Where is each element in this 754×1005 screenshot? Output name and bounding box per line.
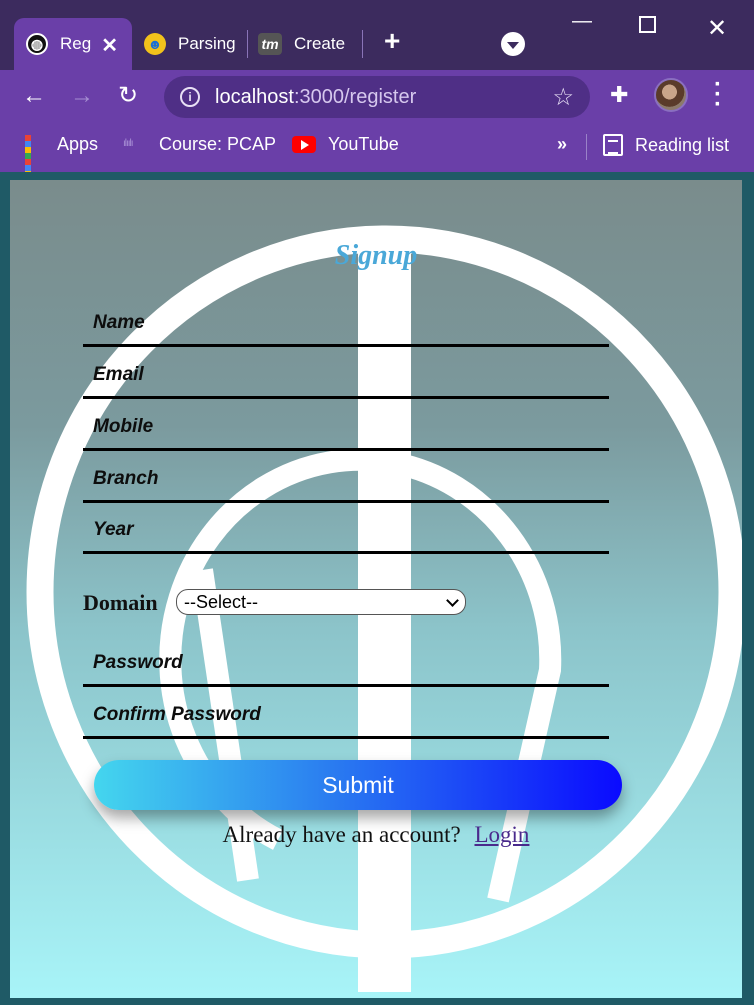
- apps-grid-icon: [25, 134, 45, 189]
- page-content: Signup Name Email Mobile Branch Year Dom…: [0, 172, 754, 1005]
- bookmark-youtube[interactable]: YouTube: [292, 134, 399, 155]
- forward-icon[interactable]: →: [70, 82, 94, 110]
- kebab-menu-icon[interactable]: · · ·: [712, 73, 724, 117]
- tab-divider: [247, 30, 248, 58]
- browser-toolbar: ← → ↻ i localhost:3000/register ☆ ✚ · · ·: [0, 70, 754, 124]
- submit-button[interactable]: Submit: [94, 760, 622, 810]
- domain-selected-value: --Select--: [184, 592, 259, 612]
- new-tab-icon[interactable]: +: [384, 26, 400, 56]
- browser-window: ◍ Reg ✕ ☻ Parsing tm Create + — ✕ ← → ↻ …: [0, 0, 754, 1005]
- branch-placeholder: Branch: [93, 468, 159, 489]
- window-close-icon[interactable]: ✕: [707, 14, 727, 43]
- login-prompt: Already have an account? Login: [10, 822, 742, 848]
- reload-icon[interactable]: ↻: [118, 82, 138, 110]
- year-placeholder: Year: [93, 519, 134, 540]
- reading-list-label: Reading list: [635, 134, 730, 155]
- tab-create[interactable]: tm Create: [254, 18, 360, 70]
- email-field[interactable]: Email: [83, 353, 609, 399]
- branch-field[interactable]: Branch: [83, 457, 609, 503]
- bookmark-label: YouTube: [328, 134, 399, 154]
- address-url[interactable]: localhost:3000/register: [215, 86, 416, 109]
- tab-label: Parsing: [178, 34, 236, 53]
- reading-list-icon: [603, 134, 623, 156]
- bookmark-apps[interactable]: Apps: [25, 134, 99, 189]
- password-placeholder: Password: [93, 652, 183, 673]
- page-title: Signup: [334, 240, 418, 271]
- close-icon[interactable]: ✕: [101, 33, 118, 58]
- tab-label: Reg: [60, 34, 92, 53]
- confirm-password-placeholder: Confirm Password: [93, 704, 261, 725]
- name-placeholder: Name: [93, 312, 145, 333]
- chevron-down-icon: [446, 594, 459, 607]
- login-prompt-text: Already have an account?: [222, 822, 461, 847]
- email-placeholder: Email: [93, 364, 144, 385]
- signup-form: Signup Name Email Mobile Branch Year Dom…: [10, 180, 742, 998]
- info-icon[interactable]: i: [180, 87, 200, 107]
- bookmarks-divider: [586, 134, 587, 160]
- bookmarks-bar: Apps ılıılı Course: PCAP YouTube » Readi…: [0, 124, 754, 189]
- bookmark-star-icon[interactable]: ☆: [552, 83, 574, 112]
- extensions-icon[interactable]: ✚: [610, 82, 628, 108]
- back-icon[interactable]: ←: [22, 82, 46, 110]
- cisco-icon: ılıılı: [123, 137, 134, 149]
- domain-select[interactable]: --Select--: [176, 589, 466, 615]
- mobile-field[interactable]: Mobile: [83, 405, 609, 451]
- tab-label: Create: [294, 34, 346, 53]
- register-page: Signup Name Email Mobile Branch Year Dom…: [10, 180, 742, 998]
- confirm-password-field[interactable]: Confirm Password: [83, 693, 609, 739]
- year-field[interactable]: Year: [83, 508, 609, 554]
- maximize-icon[interactable]: [639, 16, 656, 33]
- avatar[interactable]: [654, 78, 688, 112]
- name-field[interactable]: Name: [83, 301, 609, 347]
- tab-register[interactable]: ◍ Reg ✕: [14, 18, 132, 70]
- mobile-placeholder: Mobile: [93, 416, 154, 437]
- minimize-icon[interactable]: —: [572, 10, 592, 33]
- login-link[interactable]: Login: [474, 822, 529, 847]
- bookmark-course-pcap[interactable]: ılıılı Course: PCAP: [123, 134, 276, 155]
- address-bar[interactable]: i localhost:3000/register ☆: [164, 76, 590, 118]
- tm-icon: tm: [258, 33, 282, 55]
- domain-label: Domain: [83, 590, 158, 615]
- tab-divider: [362, 30, 363, 58]
- bookmark-label: Course: PCAP: [159, 134, 277, 154]
- bookmark-label: Apps: [57, 134, 99, 154]
- password-field[interactable]: Password: [83, 641, 609, 687]
- youtube-icon: [292, 136, 316, 153]
- tab-search-icon[interactable]: [501, 32, 525, 56]
- tab-strip: ◍ Reg ✕ ☻ Parsing tm Create + — ✕: [0, 0, 754, 70]
- reading-list-button[interactable]: Reading list: [603, 134, 729, 156]
- bookmarks-overflow[interactable]: »: [557, 134, 567, 155]
- emoji-icon: ☻: [144, 33, 166, 55]
- web-icon: ◍: [26, 33, 48, 55]
- tab-parsing[interactable]: ☻ Parsing: [140, 18, 246, 70]
